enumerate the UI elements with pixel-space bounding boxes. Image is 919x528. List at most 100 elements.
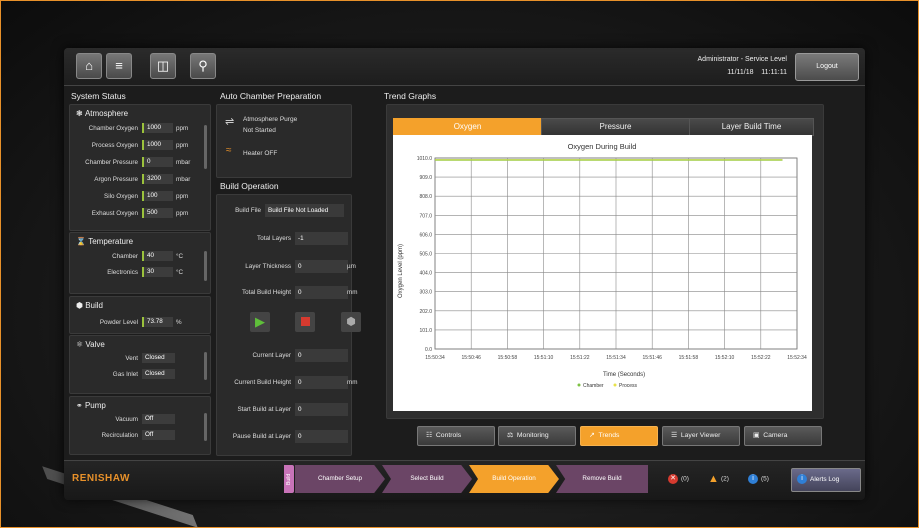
tab-oxygen[interactable]: Oxygen bbox=[393, 118, 542, 136]
temperature-row-label: Electronics bbox=[107, 269, 138, 276]
cube-icon: ⬢ bbox=[76, 301, 83, 310]
x-tick-label: 15:51:22 bbox=[570, 355, 590, 361]
valve-scrollbar[interactable] bbox=[204, 352, 207, 380]
x-tick-label: 15:51:58 bbox=[679, 355, 699, 361]
current-height-field: 0 bbox=[295, 376, 348, 389]
pump-scrollbar[interactable] bbox=[204, 413, 207, 441]
alerts-info-icon: i bbox=[797, 474, 807, 485]
warnings-count: (2) bbox=[721, 475, 729, 483]
y-tick-label: 303.0 bbox=[419, 290, 432, 296]
build-row-label: Powder Level bbox=[99, 319, 138, 326]
tab-layer-build-time[interactable]: Layer Build Time bbox=[689, 118, 814, 136]
layer-thickness-field[interactable]: 0 bbox=[295, 260, 348, 273]
monitoring-button[interactable]: ⚖ Monitoring bbox=[498, 426, 576, 446]
pump-row-value: Off bbox=[142, 430, 175, 440]
atmosphere-row-unit: ppm bbox=[176, 193, 189, 200]
chart-ylabel: Oxygen Level (ppm) bbox=[398, 244, 404, 298]
home-icon: ⌂ bbox=[85, 58, 93, 73]
purge-status: Atmosphere Purge Not Started bbox=[243, 114, 297, 136]
trends-button[interactable]: ↗ Trends bbox=[580, 426, 658, 446]
atmosphere-row-value: 100 bbox=[142, 191, 173, 201]
step-remove-build[interactable]: Remove Build bbox=[556, 465, 648, 493]
atmosphere-scrollbar[interactable] bbox=[204, 125, 207, 169]
start-layer-field[interactable]: 0 bbox=[295, 403, 348, 416]
build-file-label: Build File bbox=[235, 207, 261, 214]
play-button[interactable]: ▶ bbox=[250, 312, 270, 332]
chart-xlabel: Time (Seconds) bbox=[603, 372, 645, 378]
thermometer-icon: ⌛ bbox=[76, 237, 86, 246]
errors-indicator[interactable]: ✕ (0) bbox=[668, 474, 689, 484]
atmosphere-row-label: Chamber Oxygen bbox=[88, 125, 138, 132]
pause-layer-label: Pause Build at Layer bbox=[232, 433, 291, 440]
pump-header: ⚭ Pump bbox=[76, 401, 106, 410]
atmosphere-row-unit: ppm bbox=[176, 125, 189, 132]
step-build-operation[interactable]: Build Operation bbox=[469, 465, 559, 493]
y-tick-label: 1010.0 bbox=[417, 156, 433, 162]
temperature-scrollbar[interactable] bbox=[204, 251, 207, 281]
build-row-unit: % bbox=[176, 319, 182, 326]
total-height-unit: mm bbox=[347, 289, 358, 296]
layer-viewer-label: Layer Viewer bbox=[680, 432, 721, 439]
y-tick-label: 0.0 bbox=[425, 347, 432, 353]
warnings-indicator[interactable]: ▲ (2) bbox=[708, 473, 729, 485]
user-info: Administrator - Service Level 11/11/18 1… bbox=[698, 53, 787, 79]
menu-button[interactable]: ≡ bbox=[106, 53, 132, 79]
alerts-log-button[interactable]: i Alerts Log bbox=[791, 468, 861, 492]
temperature-row-value: 40 bbox=[142, 251, 173, 261]
y-tick-label: 808.0 bbox=[419, 194, 432, 200]
atmosphere-row-label: Exhaust Oxygen bbox=[91, 210, 138, 217]
pause-layer-field[interactable]: 0 bbox=[295, 430, 348, 443]
layer-thickness-unit: µm bbox=[347, 263, 356, 270]
build-tag: Build bbox=[284, 465, 294, 493]
home-button[interactable]: ⌂ bbox=[76, 53, 102, 79]
build-header: ⬢ Build bbox=[76, 301, 103, 310]
build-file-field[interactable]: Build File Not Loaded bbox=[265, 204, 344, 217]
step-chamber-setup[interactable]: Chamber Setup bbox=[295, 465, 385, 493]
legend-label-chamber: Chamber bbox=[583, 383, 604, 389]
top-bar: ⌂ ≡ ◫ ⚲ Administrator - Service Level 11… bbox=[64, 48, 865, 86]
purge-label: Atmosphere Purge bbox=[243, 116, 298, 123]
warning-icon: ▲ bbox=[708, 473, 719, 485]
renishaw-logo: RENISHAW bbox=[72, 473, 130, 484]
current-layer-label: Current Layer bbox=[252, 352, 292, 359]
tab-pressure[interactable]: Pressure bbox=[541, 118, 690, 136]
chart-title: Oxygen During Build bbox=[568, 142, 637, 151]
date: 11/11/18 bbox=[727, 69, 754, 76]
system-status-title: System Status bbox=[71, 91, 126, 101]
x-tick-label: 15:50:46 bbox=[461, 355, 481, 361]
info-indicator[interactable]: i (5) bbox=[748, 474, 769, 484]
atmosphere-row-label: Argon Pressure bbox=[94, 176, 138, 183]
camera-button[interactable]: ▣ Camera bbox=[744, 426, 822, 446]
temperature-row-value: 30 bbox=[142, 267, 173, 277]
controls-button[interactable]: ☷ Controls bbox=[417, 426, 495, 446]
error-icon: ✕ bbox=[668, 474, 678, 484]
atmosphere-row-label: Chamber Pressure bbox=[85, 159, 138, 166]
step-select-build[interactable]: Select Build bbox=[382, 465, 472, 493]
cube-reset-icon: ⬢ bbox=[346, 316, 356, 328]
light-button[interactable]: ⚲ bbox=[190, 53, 216, 79]
valve-row-label: Vent bbox=[125, 355, 138, 362]
current-height-label: Current Build Height bbox=[234, 379, 291, 386]
build-operation-title: Build Operation bbox=[220, 181, 279, 191]
x-tick-label: 15:50:34 bbox=[425, 355, 445, 361]
atmosphere-header: ❃ Atmosphere bbox=[76, 109, 128, 118]
stop-button[interactable] bbox=[295, 312, 315, 332]
lightbulb-icon: ⚲ bbox=[198, 58, 208, 73]
layer-viewer-button[interactable]: ☰ Layer Viewer bbox=[662, 426, 740, 446]
auto-chamber-title: Auto Chamber Preparation bbox=[220, 91, 322, 101]
atmosphere-row-value: 1000 bbox=[142, 140, 173, 150]
valve-row-label: Gas Inlet bbox=[112, 371, 138, 378]
total-layers-label: Total Layers bbox=[257, 235, 291, 242]
total-layers-field[interactable]: -1 bbox=[295, 232, 348, 245]
pump-section: ⚭ Pump Vacuum Off Recirculation Off bbox=[69, 396, 211, 455]
stop-icon bbox=[300, 317, 310, 326]
x-tick-label: 15:52:10 bbox=[715, 355, 735, 361]
controls-label: Controls bbox=[435, 432, 462, 439]
footer-bar: RENISHAW Build Chamber Setup Select Buil… bbox=[64, 460, 865, 500]
reset-button[interactable]: ⬢ bbox=[341, 312, 361, 332]
time: 11:11:11 bbox=[761, 69, 787, 76]
x-tick-label: 15:51:10 bbox=[534, 355, 554, 361]
logout-button[interactable]: Logout bbox=[795, 53, 859, 81]
total-height-field[interactable]: 0 bbox=[295, 286, 348, 299]
window-button[interactable]: ◫ bbox=[150, 53, 176, 79]
